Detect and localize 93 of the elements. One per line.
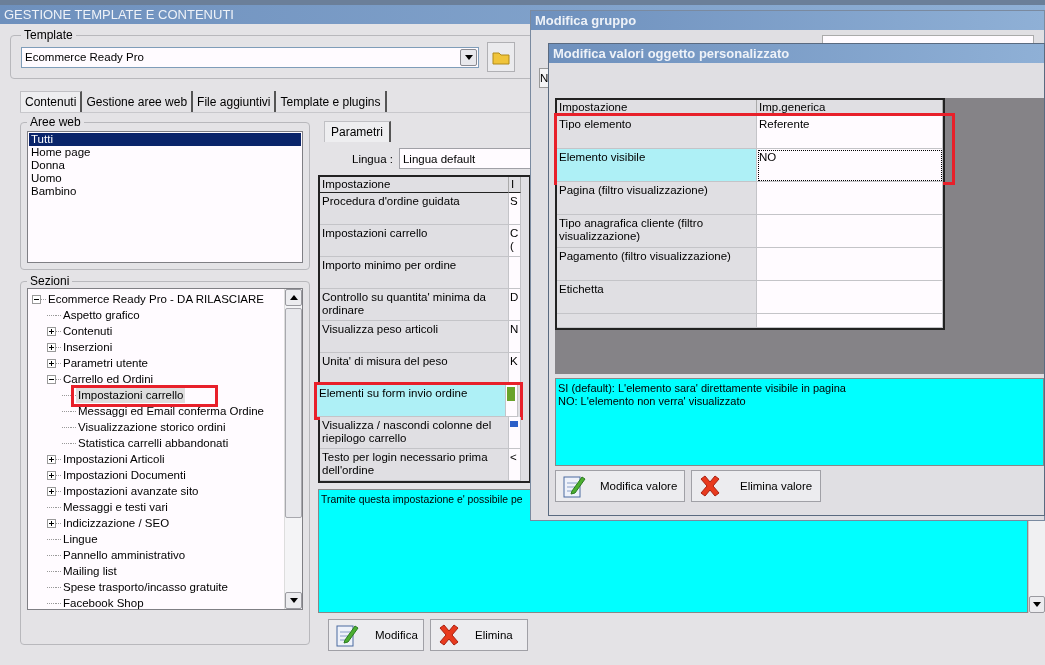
group-label: Sezioni [29,274,71,288]
tree-item[interactable]: Inserzioni [61,339,115,355]
collapse-icon[interactable] [32,294,41,304]
column-header: I [509,177,521,193]
group-label: Template [23,28,74,42]
value-cell[interactable] [757,182,943,215]
edit-icon [562,473,586,499]
setting-cell[interactable]: Pagamento (filtro visualizzazione) [557,248,757,281]
setting-cell[interactable]: Elementi su form invio ordine [317,385,506,417]
tree-item[interactable]: Parametri utente [61,355,150,371]
value-cell[interactable] [757,248,943,281]
setting-cell[interactable]: Pagina (filtro visualizzazione) [557,182,757,215]
tree-item[interactable]: Mailing list [61,563,119,579]
expand-icon[interactable] [47,454,56,464]
list-item[interactable]: Home page [29,146,301,159]
value-cell: C ( [509,225,521,257]
delete-icon [437,623,461,647]
scroll-down-icon [289,598,298,603]
scroll-up-icon [289,295,298,300]
tree-item[interactable]: Spese trasporto/incasso gratuite [61,579,230,595]
template-dropdown[interactable]: Ecommerce Ready Pro [21,46,479,68]
tree-item[interactable]: Messaggi e testi vari [61,499,170,515]
column-header: Impostazione [320,177,509,193]
tree-item[interactable]: Impostazioni avanzate sito [61,483,201,499]
tree-item[interactable]: Facebook Shop [61,595,146,609]
tree-item[interactable]: Pannello amministrativo [61,547,188,563]
dialog-title: Modifica gruppo [531,11,1044,30]
tab[interactable]: File aggiuntivi [193,91,277,112]
setting-cell[interactable]: Controllo su quantita' minima da ordinare [320,289,509,321]
tree-item[interactable]: Messaggi ed Email conferma Ordine [76,403,266,419]
value-cell: D [509,289,521,321]
value-cell[interactable] [757,281,943,314]
setting-cell[interactable]: Unita' di misura del peso [320,353,509,385]
expand-icon[interactable] [47,326,56,336]
tree-item[interactable]: Impostazioni Articoli [61,451,167,467]
tree-item[interactable]: Aspetto grafico [61,307,142,323]
expand-icon[interactable] [47,342,56,352]
edit-button[interactable]: Modifica valore [555,470,685,502]
list-item[interactable]: Donna [29,159,301,172]
tree-item[interactable]: Impostazioni Documenti [61,467,188,483]
setting-cell[interactable]: Etichetta [557,281,757,314]
tab[interactable]: Parametri [324,121,391,142]
expand-icon[interactable] [47,486,56,496]
description-text: SI (default): L'elemento sara' direttamente visibile in pagina [558,382,846,395]
value-cell: N [509,321,521,353]
tree-item[interactable]: Impostazioni carrello [76,387,186,403]
folder-icon [492,49,510,65]
setting-cell[interactable]: Importo minimo per ordine [320,257,509,289]
list-item[interactable]: Uomo [29,172,301,185]
dialog-title: Modifica valori oggetto personalizzato [549,44,1044,63]
tree-item[interactable]: Statistica carrelli abbandonati [76,435,231,451]
tree-item[interactable]: Carrello ed Ordini [61,371,156,387]
delete-icon [698,474,722,498]
tab[interactable]: Template e plugins [276,91,387,112]
tab[interactable]: Contenuti [20,91,83,112]
edit-button[interactable]: Modifica [328,619,424,651]
value-cell: S [509,193,521,225]
setting-cell[interactable]: Visualizza / nascondi colonne del riepilogo carrello [320,417,509,449]
value-cell [509,257,521,289]
value-cell[interactable]: NO [757,149,943,182]
expand-icon[interactable] [47,358,56,368]
setting-cell[interactable]: Tipo anagrafica cliente (filtro visualizzazione) [557,215,757,248]
tree-item[interactable]: Contenuti [61,323,115,339]
scroll-down-icon [1033,602,1041,607]
scrollbar[interactable] [284,289,302,609]
setting-cell[interactable]: Elemento visibile [557,149,757,182]
delete-button[interactable]: Elimina valore [691,470,821,502]
value-cell: < [509,449,521,481]
setting-cell[interactable]: Visualizza peso articoli [320,321,509,353]
value-cell: K [509,353,521,385]
field-label: Lingua : [352,152,393,165]
description-text: Tramite questa impostazione e' possibile pe [321,493,523,506]
collapse-icon[interactable] [47,374,56,384]
tree-item[interactable]: Visualizzazione storico ordini [76,419,228,435]
description-text: NO: L'elemento non verra' visualizzato [558,395,746,408]
scroll-down-icon [464,54,473,60]
setting-cell[interactable]: Testo per login necessario prima dell'ordine [320,449,509,481]
list-item[interactable]: Bambino [29,185,301,198]
list-item[interactable]: Tutti [29,133,301,146]
setting-cell[interactable]: Procedura d'ordine guidata [320,193,509,225]
expand-icon[interactable] [47,470,56,480]
group-label: Aree web [29,115,82,129]
tree-item[interactable]: Indicizzazione / SEO [61,515,172,531]
setting-cell[interactable]: Tipo elemento [557,116,757,149]
delete-button[interactable]: Elimina [430,619,528,651]
expand-icon[interactable] [47,518,56,528]
setting-cell[interactable]: Impostazioni carrello [320,225,509,257]
tree-item[interactable]: Lingue [61,531,100,547]
tab[interactable]: Gestione aree web [82,91,194,112]
value-cell[interactable]: Referente [757,116,943,149]
tree-item[interactable]: Ecommerce Ready Pro - DA RILASCIARE [46,291,266,307]
value-cell[interactable] [757,215,943,248]
edit-icon [335,622,359,648]
